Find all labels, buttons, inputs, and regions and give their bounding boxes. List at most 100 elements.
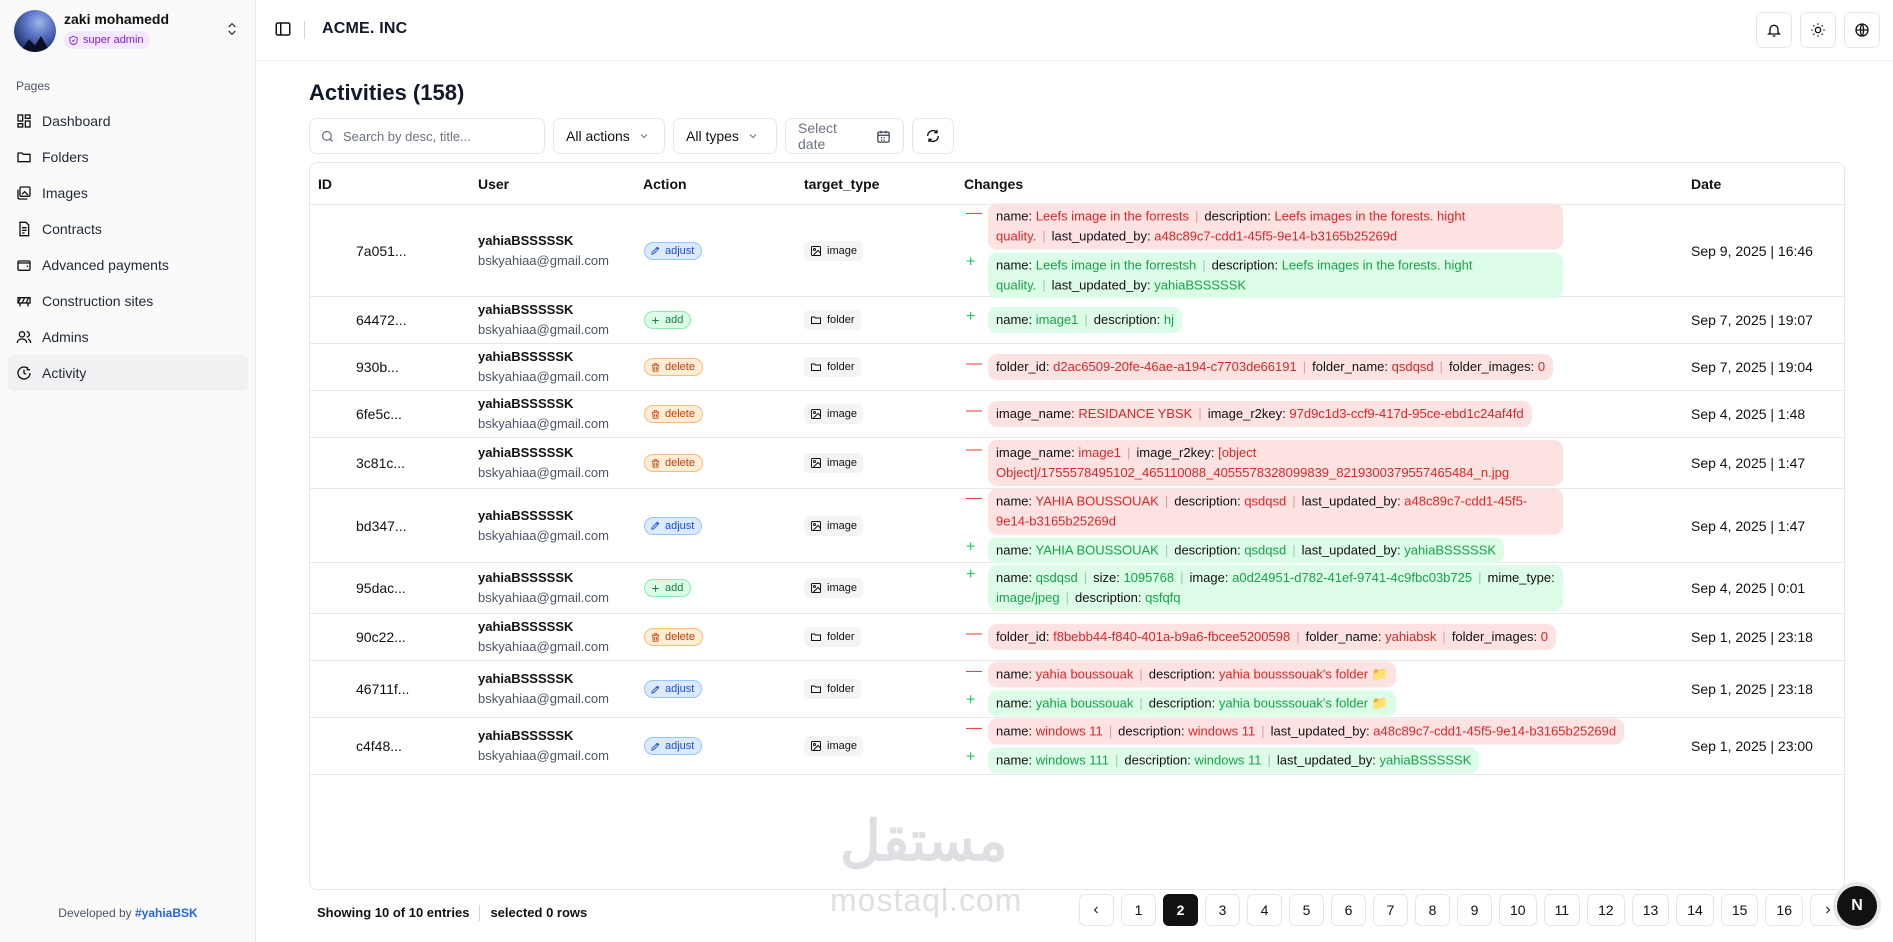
changes-cell: + name: qsdqsd | size: 1095768 | image: a0d24…	[964, 562, 1684, 614]
page-button[interactable]: 4	[1246, 894, 1282, 926]
separator: |	[1108, 723, 1113, 739]
previous-page-button[interactable]	[1078, 894, 1114, 926]
refresh-button[interactable]	[912, 118, 954, 154]
change-key: name	[996, 752, 1029, 768]
chevrons-up-down-icon[interactable]	[224, 18, 240, 40]
target-type-badge: image	[804, 240, 863, 261]
colon: :	[1028, 695, 1036, 711]
credit-link[interactable]: #yahiaBSK	[135, 906, 198, 920]
chevron-left-icon	[1094, 906, 1099, 914]
change-value: d2ac6509-20fe-46ae-a194-c7703de66191	[1053, 359, 1297, 374]
page-button[interactable]: 9	[1456, 894, 1492, 926]
page-button[interactable]: 13	[1631, 894, 1670, 926]
sidebar-item-advanced-payments[interactable]: Advanced payments	[8, 247, 248, 283]
column-header-user[interactable]: User	[478, 176, 509, 192]
change-key: name	[996, 257, 1029, 272]
sidebar-item-construction-sites[interactable]: Construction sites	[8, 283, 248, 319]
page-button[interactable]: 15	[1720, 894, 1759, 926]
page-button[interactable]: 5	[1288, 894, 1324, 926]
change-values: folder_id: d2ac6509-20fe-46ae-a194-c7703…	[988, 354, 1554, 380]
colon: :	[1028, 208, 1036, 223]
target-type-badge: image	[804, 404, 863, 424]
sidebar-item-images[interactable]: Images	[8, 175, 248, 211]
column-header-changes[interactable]: Changes	[964, 176, 1023, 192]
chevron-down-icon	[640, 134, 648, 139]
language-button[interactable]	[1844, 12, 1880, 48]
images-icon	[17, 186, 31, 200]
sidebar-toggle-icon[interactable]	[274, 20, 292, 38]
role-label: super admin	[83, 34, 144, 46]
types-filter-select[interactable]: All types	[673, 118, 777, 154]
change-key: name	[996, 570, 1029, 585]
action-label: add	[665, 314, 684, 326]
table-row[interactable]: 95dac... yahiaBSSSSSK bskyahiaa@gmail.com a…	[310, 563, 1844, 614]
page-button[interactable]: 11	[1543, 894, 1581, 926]
changes-cell: — folder_id: d2ac6509-20fe-46ae-a194-c770…	[964, 351, 1684, 383]
row-user: yahiaBSSSSSK bskyahiaa@gmail.com	[478, 617, 609, 657]
colon: :	[1156, 312, 1164, 327]
change-key: description	[1093, 312, 1157, 327]
separator: |	[1202, 257, 1206, 272]
sidebar-item-admins[interactable]: Admins	[8, 319, 248, 355]
types-filter-value: All types	[686, 128, 739, 144]
action-badge: adjust	[644, 516, 703, 535]
sidebar-item-activity[interactable]: Activity	[8, 355, 248, 391]
page-button[interactable]: 6	[1330, 894, 1366, 926]
table-row[interactable]: 3c81c... yahiaBSSSSSK bskyahiaa@gmail.com d…	[310, 438, 1844, 489]
user-email: bskyahiaa@gmail.com	[478, 465, 609, 480]
colon: :	[1211, 695, 1219, 711]
theme-toggle-button[interactable]	[1800, 12, 1836, 48]
table-row[interactable]: 90c22... yahiaBSSSSSK bskyahiaa@gmail.com d…	[310, 614, 1844, 661]
row-date: Sep 9, 2025 | 16:46	[1691, 242, 1813, 259]
refresh-icon	[927, 130, 939, 142]
column-header-target-type[interactable]: target_type	[804, 176, 879, 192]
table-row[interactable]: 6fe5c... yahiaBSSSSSK bskyahiaa@gmail.com d…	[310, 391, 1844, 438]
user-switcher[interactable]: zaki mohamedd super admin	[14, 10, 242, 52]
page-button[interactable]: 1	[1120, 894, 1156, 926]
change-value: 1095768	[1123, 570, 1175, 585]
separator: |	[1478, 570, 1482, 585]
sidebar-item-folders[interactable]: Folders	[8, 139, 248, 175]
row-date: Sep 4, 2025 | 1:47	[1691, 455, 1806, 471]
table-row[interactable]: 7a051... yahiaBSSSSSK bskyahiaa@gmail.com a…	[310, 203, 1844, 298]
page-button[interactable]: 10	[1498, 894, 1537, 926]
changes-cell: — name: windows 11 | description: windows 1…	[964, 716, 1684, 777]
floating-action-button[interactable]: N	[1837, 886, 1877, 926]
page-button[interactable]: 12	[1587, 894, 1625, 926]
action-badge: delete	[644, 405, 703, 423]
table-row[interactable]: 64472... yahiaBSSSSSK bskyahiaa@gmail.com a…	[310, 297, 1844, 344]
change-values: name: windows 11 | description: windows 11…	[988, 718, 1625, 745]
action-badge: delete	[644, 358, 703, 376]
change-values: name: yahia boussouak | description: yahia…	[988, 690, 1396, 717]
actions-filter-select[interactable]: All actions	[553, 118, 665, 154]
page-button[interactable]: 7	[1372, 894, 1408, 926]
page-button[interactable]: 14	[1676, 894, 1714, 926]
row-id: 90c22...	[356, 629, 406, 645]
page-button[interactable]: 8	[1414, 894, 1450, 926]
change-value: f8bebb44-f840-401a-b9a6-fbcee5200598	[1053, 629, 1291, 644]
column-header-action[interactable]: Action	[643, 176, 687, 192]
table-row[interactable]: c4f48... yahiaBSSSSSK bskyahiaa@gmail.com a…	[310, 718, 1844, 775]
page-button[interactable]: 3	[1204, 894, 1240, 926]
table-row[interactable]: 46711f... yahiaBSSSSSK bskyahiaa@gmail.com…	[310, 661, 1844, 718]
change-key: mime_type	[1487, 570, 1552, 585]
sidebar-item-dashboard[interactable]: Dashboard	[8, 103, 248, 139]
page-button[interactable]: 2	[1162, 894, 1198, 926]
column-header-date[interactable]: Date	[1691, 176, 1721, 192]
changes-cell: — name: yahia boussouak | description: yahi…	[964, 659, 1684, 720]
row-id: 64472...	[356, 312, 407, 328]
plus-icon: +	[966, 566, 976, 583]
removed-change: — folder_id: f8bebb44-f840-401a-b9a6-fbce…	[964, 624, 1684, 650]
search-input[interactable]	[343, 128, 533, 144]
table-row[interactable]: bd347... yahiaBSSSSSK bskyahiaa@gmail.com a…	[310, 488, 1844, 563]
chevron-right-icon	[1825, 906, 1830, 914]
change-key: last_updated_by	[1276, 752, 1373, 768]
column-header-id[interactable]: ID	[318, 176, 332, 192]
sidebar-item-contracts[interactable]: Contracts	[8, 211, 248, 247]
page-button[interactable]: 16	[1765, 894, 1803, 926]
colon: :	[1372, 752, 1380, 768]
date-picker[interactable]: Select date	[785, 118, 904, 154]
search-box[interactable]	[309, 118, 545, 154]
notifications-button[interactable]	[1756, 12, 1792, 48]
table-row[interactable]: 930b... yahiaBSSSSSK bskyahiaa@gmail.com de…	[310, 344, 1844, 391]
